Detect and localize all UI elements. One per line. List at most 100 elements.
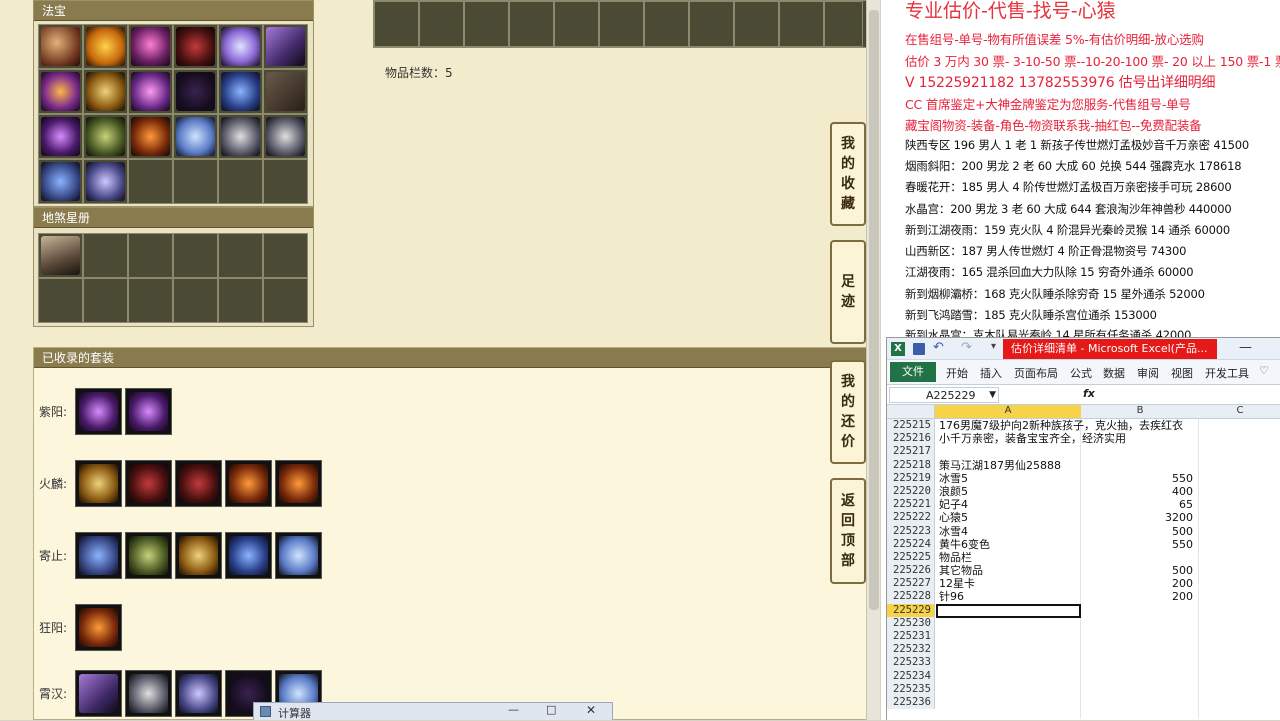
suit-piece[interactable] [225, 460, 272, 507]
cell-a[interactable]: 冰雪4 [937, 525, 1079, 538]
table-row[interactable]: 225216 小千万亲密，装备宝宝齐全，经济实用 [887, 432, 1280, 446]
row-number[interactable]: 225233 [887, 656, 935, 670]
cell-a[interactable]: 小千万亲密，装备宝宝齐全，经济实用 [937, 432, 1126, 445]
formula-input[interactable] [1099, 387, 1280, 403]
footprints-button[interactable]: 足 迹 [830, 240, 866, 344]
table-row[interactable]: 225231 [887, 630, 1280, 644]
inventory-slot[interactable] [374, 1, 419, 47]
cell-a[interactable]: 黄牛6变色 [937, 538, 1079, 551]
row-number[interactable]: 225229 [887, 603, 935, 617]
table-row[interactable]: 225223 冰雪4 500 [887, 524, 1280, 538]
cell-b[interactable]: 550 [1081, 472, 1197, 485]
quick-access-dropdown-icon[interactable]: ▾ [991, 341, 996, 352]
row-number[interactable]: 225231 [887, 630, 935, 644]
cell-a[interactable]: 心猿5 [937, 511, 1079, 524]
table-row[interactable]: 225233 [887, 656, 1280, 670]
table-row[interactable]: 225219 冰雪5 550 [887, 471, 1280, 485]
row-number[interactable]: 225236 [887, 695, 935, 710]
row-number[interactable]: 225235 [887, 682, 935, 696]
fabao-slot[interactable] [38, 114, 83, 159]
fabao-slot[interactable] [38, 69, 83, 114]
row-number[interactable]: 225215 [887, 419, 935, 433]
fabao-slot[interactable] [83, 114, 128, 159]
table-row[interactable]: 225225 物品栏 [887, 550, 1280, 565]
cell-a[interactable]: 妃子4 [937, 498, 1079, 511]
suit-piece[interactable] [75, 604, 122, 651]
cell-b[interactable]: 65 [1081, 498, 1197, 511]
suit-piece[interactable] [125, 670, 172, 717]
table-row[interactable]: 225235 [887, 682, 1280, 696]
row-number[interactable]: 225219 [887, 471, 935, 485]
tab-data[interactable]: 数据 [1103, 365, 1125, 381]
tab-home[interactable]: 开始 [946, 365, 968, 381]
cell-a[interactable]: 浪颜5 [937, 485, 1079, 498]
minimize-icon[interactable]: — [1239, 340, 1252, 355]
select-all-corner[interactable] [887, 405, 935, 418]
table-row[interactable]: 225221 妃子4 65 [887, 498, 1280, 512]
inventory-slot[interactable] [689, 1, 734, 47]
row-number[interactable]: 225224 [887, 537, 935, 551]
fabao-slot[interactable] [263, 114, 308, 159]
fabao-slot[interactable] [263, 69, 308, 114]
fabao-slot[interactable] [263, 24, 308, 69]
row-number[interactable]: 225216 [887, 432, 935, 446]
scroll-thumb[interactable] [869, 10, 879, 610]
table-row[interactable]: 225222 心猿5 3200 [887, 511, 1280, 525]
cell-b[interactable]: 550 [1081, 538, 1197, 551]
star-card-slot[interactable] [173, 233, 218, 278]
star-card-slot[interactable] [83, 278, 128, 323]
fx-icon[interactable]: fx [1083, 387, 1095, 400]
suit-piece[interactable] [125, 388, 172, 435]
suit-piece[interactable] [75, 388, 122, 435]
suit-piece[interactable] [75, 670, 122, 717]
suit-piece[interactable] [175, 670, 222, 717]
close-icon[interactable]: ✕ [586, 703, 596, 717]
star-card-slot[interactable] [83, 233, 128, 278]
row-number[interactable]: 225226 [887, 564, 935, 578]
star-card-slot[interactable] [218, 233, 263, 278]
star-card-slot[interactable] [263, 233, 308, 278]
table-row[interactable]: 225218 策马江湖187男仙25888 [887, 458, 1280, 472]
cell-a[interactable] [936, 603, 1081, 618]
fabao-slot[interactable] [173, 24, 218, 69]
suit-piece[interactable] [225, 532, 272, 579]
row-number[interactable]: 225225 [887, 550, 935, 565]
fabao-slot[interactable] [218, 69, 263, 114]
suit-piece[interactable] [125, 460, 172, 507]
table-row[interactable]: 225215 176男魔7级护向2新种族孩子，克火抽，去疾红衣 [887, 419, 1280, 433]
row-number[interactable]: 225222 [887, 511, 935, 525]
table-row[interactable]: 225220 浪颜5 400 [887, 484, 1280, 499]
cell-b[interactable]: 500 [1081, 564, 1197, 577]
tab-review[interactable]: 审阅 [1137, 365, 1159, 381]
star-card-slot[interactable] [128, 278, 173, 323]
fabao-slot[interactable] [83, 159, 128, 204]
fabao-slot[interactable] [128, 159, 173, 204]
cell-a[interactable]: 物品栏 [937, 551, 1079, 564]
cell-b[interactable]: 400 [1081, 485, 1197, 498]
tab-file[interactable]: 文件 [890, 362, 936, 382]
table-row[interactable]: 225228 针96 200 [887, 590, 1280, 604]
inventory-slot[interactable] [644, 1, 689, 47]
cell-b[interactable]: 500 [1081, 525, 1197, 538]
fabao-slot[interactable] [173, 69, 218, 114]
table-row[interactable]: 225232 [887, 643, 1280, 657]
fabao-slot[interactable] [263, 159, 308, 204]
suit-piece[interactable] [75, 460, 122, 507]
inventory-slot[interactable] [779, 1, 824, 47]
cell-a[interactable]: 12星卡 [937, 577, 1079, 590]
inventory-slot[interactable] [554, 1, 599, 47]
fabao-slot[interactable] [128, 114, 173, 159]
suit-piece[interactable] [275, 460, 322, 507]
fabao-slot[interactable] [128, 24, 173, 69]
row-number[interactable]: 225230 [887, 616, 935, 630]
save-icon[interactable] [913, 343, 925, 355]
column-header-c[interactable]: C [1199, 405, 1280, 416]
fabao-slot[interactable] [83, 24, 128, 69]
fabao-slot[interactable] [173, 114, 218, 159]
cell-a[interactable]: 策马江湖187男仙25888 [937, 459, 1079, 472]
row-number[interactable]: 225218 [887, 458, 935, 472]
ribbon-collapse-icon[interactable]: ♡ [1259, 364, 1269, 377]
table-row[interactable]: 225230 [887, 616, 1280, 630]
inventory-slot[interactable] [599, 1, 644, 47]
table-row[interactable]: 225236 [887, 695, 1280, 710]
